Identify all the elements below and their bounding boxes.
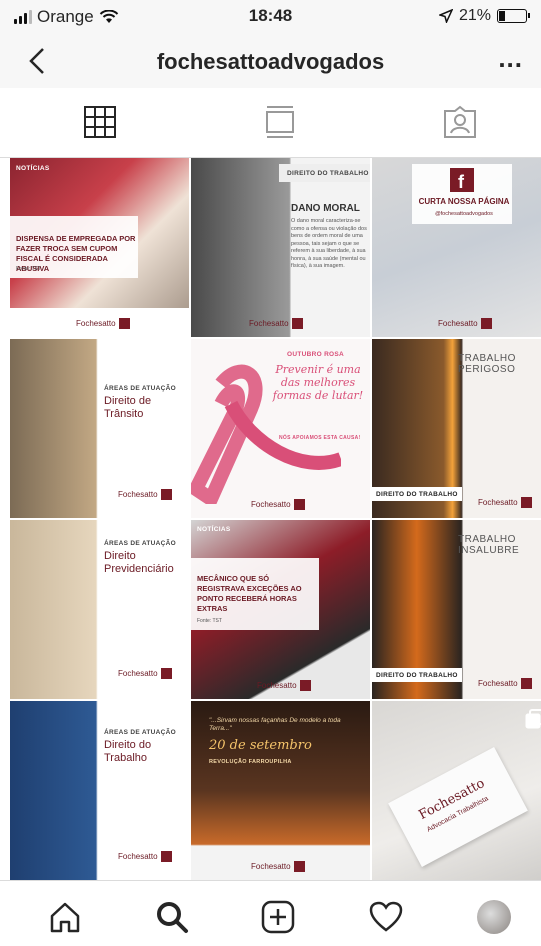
- post-handle: @fochesattoadvogados: [435, 211, 493, 217]
- post-tag: DIREITO DO TRABALHO: [376, 672, 458, 679]
- post-headline: TRABALHO PERIGOSO: [458, 353, 516, 375]
- post-tag: NOTÍCIAS: [197, 526, 231, 533]
- post-thumbnail[interactable]: TRABALHO PERIGOSO DIREITO DO TRABALHO Fo…: [372, 339, 541, 518]
- nav-home[interactable]: [45, 897, 85, 937]
- brand-logo: Fochesatto: [76, 318, 130, 329]
- tab-tagged[interactable]: [430, 100, 490, 144]
- post-tag: DIREITO DO TRABALHO: [287, 170, 369, 177]
- nav-search[interactable]: [152, 897, 192, 937]
- post-source: Fonte: TST: [197, 618, 222, 624]
- status-bar: Orange 18:48 21%: [0, 0, 541, 34]
- post-panel: DISPENSA DE EMPREGADA POR FAZER TROCA SE…: [10, 216, 138, 278]
- feed-icon: [266, 106, 294, 138]
- post-tag-box: DIREITO DO TRABALHO: [372, 487, 462, 501]
- brand-logo: Fochesatto: [478, 678, 532, 689]
- post-thumbnail[interactable]: ÁREAS DE ATUAÇÃO Direito de Trânsito Foc…: [10, 339, 189, 518]
- new-post-icon: [261, 900, 295, 934]
- brand-logo: Fochesatto: [257, 680, 311, 691]
- nav-profile[interactable]: [474, 897, 514, 937]
- svg-text:f: f: [458, 172, 465, 192]
- business-card: Fochesatto Advocacia Trabalhista: [388, 747, 528, 867]
- profile-avatar: [477, 900, 511, 934]
- post-panel: MECÂNICO QUE SÓ REGISTRAVA EXCEÇÕES AO P…: [191, 558, 319, 630]
- post-headline: MECÂNICO QUE SÓ REGISTRAVA EXCEÇÕES AO P…: [197, 574, 302, 613]
- post-kicker: ÁREAS DE ATUAÇÃO: [104, 540, 176, 547]
- brand-logo: Fochesatto: [251, 861, 305, 872]
- post-thumbnail[interactable]: NOTÍCIAS MECÂNICO QUE SÓ REGISTRAVA EXCE…: [191, 520, 370, 699]
- post-tag: NOTÍCIAS: [16, 165, 50, 172]
- carousel-icon: [525, 709, 541, 729]
- heart-icon: [369, 901, 403, 932]
- post-headline: CURTA NOSSA PÁGINA: [418, 197, 510, 206]
- post-body: O dano moral caracteriza-se como a ofens…: [291, 218, 367, 269]
- nav-activity[interactable]: [366, 897, 406, 937]
- search-icon: [157, 902, 188, 933]
- more-options-button[interactable]: ...: [498, 45, 523, 71]
- profile-tabs: [0, 88, 541, 158]
- post-thumbnail[interactable]: ÁREAS DE ATUAÇÃO Direito Previdenciário …: [10, 520, 189, 699]
- post-thumbnail[interactable]: Fochesatto Advocacia Trabalhista: [372, 701, 541, 880]
- home-icon: [50, 902, 80, 933]
- post-tag-box: DIREITO DO TRABALHO: [279, 164, 370, 182]
- post-kicker: ÁREAS DE ATUAÇÃO: [104, 385, 176, 392]
- post-kicker: ÁREAS DE ATUAÇÃO: [104, 729, 176, 736]
- post-headline: Direito do Trabalho: [104, 739, 152, 764]
- brand-logo: Fochesatto: [118, 851, 172, 862]
- tab-feed[interactable]: [250, 100, 310, 144]
- profile-header: fochesattoadvogados ...: [0, 34, 541, 88]
- post-thumbnail[interactable]: OUTUBRO ROSA Prevenir é uma das melhores…: [191, 339, 370, 518]
- post-source: Fonte: TST: [16, 266, 41, 272]
- tagged-icon: [444, 105, 476, 138]
- nav-new-post[interactable]: [258, 897, 298, 937]
- facebook-icon: f: [450, 168, 474, 192]
- post-thumbnail[interactable]: TRABALHO INSALUBRE DIREITO DO TRABALHO F…: [372, 520, 541, 699]
- post-headline: TRABALHO INSALUBRE: [458, 534, 520, 556]
- post-tag: DIREITO DO TRABALHO: [376, 491, 458, 498]
- post-headline: DANO MORAL: [291, 203, 360, 214]
- post-thumbnail[interactable]: NOTÍCIAS DISPENSA DE EMPREGADA POR FAZER…: [10, 158, 189, 337]
- post-headline: Direito Previdenciário: [104, 550, 174, 575]
- battery-percent: 21%: [458, 7, 491, 24]
- brand-logo: Fochesatto: [438, 318, 492, 329]
- post-tag-box: DIREITO DO TRABALHO: [372, 668, 462, 682]
- post-footer-text: NÓS APOIAMOS ESTA CAUSA!: [279, 435, 361, 441]
- brand-logo: Fochesatto: [249, 318, 303, 329]
- post-quote: "...Sirvam nossas façanhas De modelo a t…: [209, 717, 341, 732]
- post-subtitle: REVOLUÇÃO FARROUPILHA: [209, 759, 292, 765]
- post-thumbnail[interactable]: f CURTA NOSSA PÁGINA @fochesattoadvogado…: [372, 158, 541, 337]
- post-headline: Direito de Trânsito: [104, 395, 152, 420]
- brand-logo: Fochesatto: [478, 497, 532, 508]
- grid-icon: [84, 106, 116, 138]
- post-thumbnail[interactable]: DIREITO DO TRABALHO DANO MORAL O dano mo…: [191, 158, 370, 337]
- battery-icon: [497, 9, 530, 23]
- brand-logo: Fochesatto: [118, 668, 172, 679]
- bottom-navigation: [0, 880, 541, 946]
- profile-username: fochesattoadvogados: [156, 49, 385, 74]
- post-kicker: OUTUBRO ROSA: [287, 351, 345, 358]
- post-panel: f CURTA NOSSA PÁGINA @fochesattoadvogado…: [412, 164, 512, 224]
- tab-grid[interactable]: [70, 100, 130, 144]
- brand-logo: Fochesatto: [118, 489, 172, 500]
- post-headline: 20 de setembro: [209, 738, 312, 753]
- post-headline: Prevenir é uma das melhores formas de lu…: [272, 363, 364, 402]
- brand-logo: Fochesatto: [251, 499, 305, 510]
- post-thumbnail[interactable]: "...Sirvam nossas façanhas De modelo a t…: [191, 701, 370, 880]
- post-thumbnail[interactable]: ÁREAS DE ATUAÇÃO Direito do Trabalho Foc…: [10, 701, 189, 880]
- location-arrow-icon: [438, 9, 453, 23]
- posts-grid: NOTÍCIAS DISPENSA DE EMPREGADA POR FAZER…: [10, 158, 541, 880]
